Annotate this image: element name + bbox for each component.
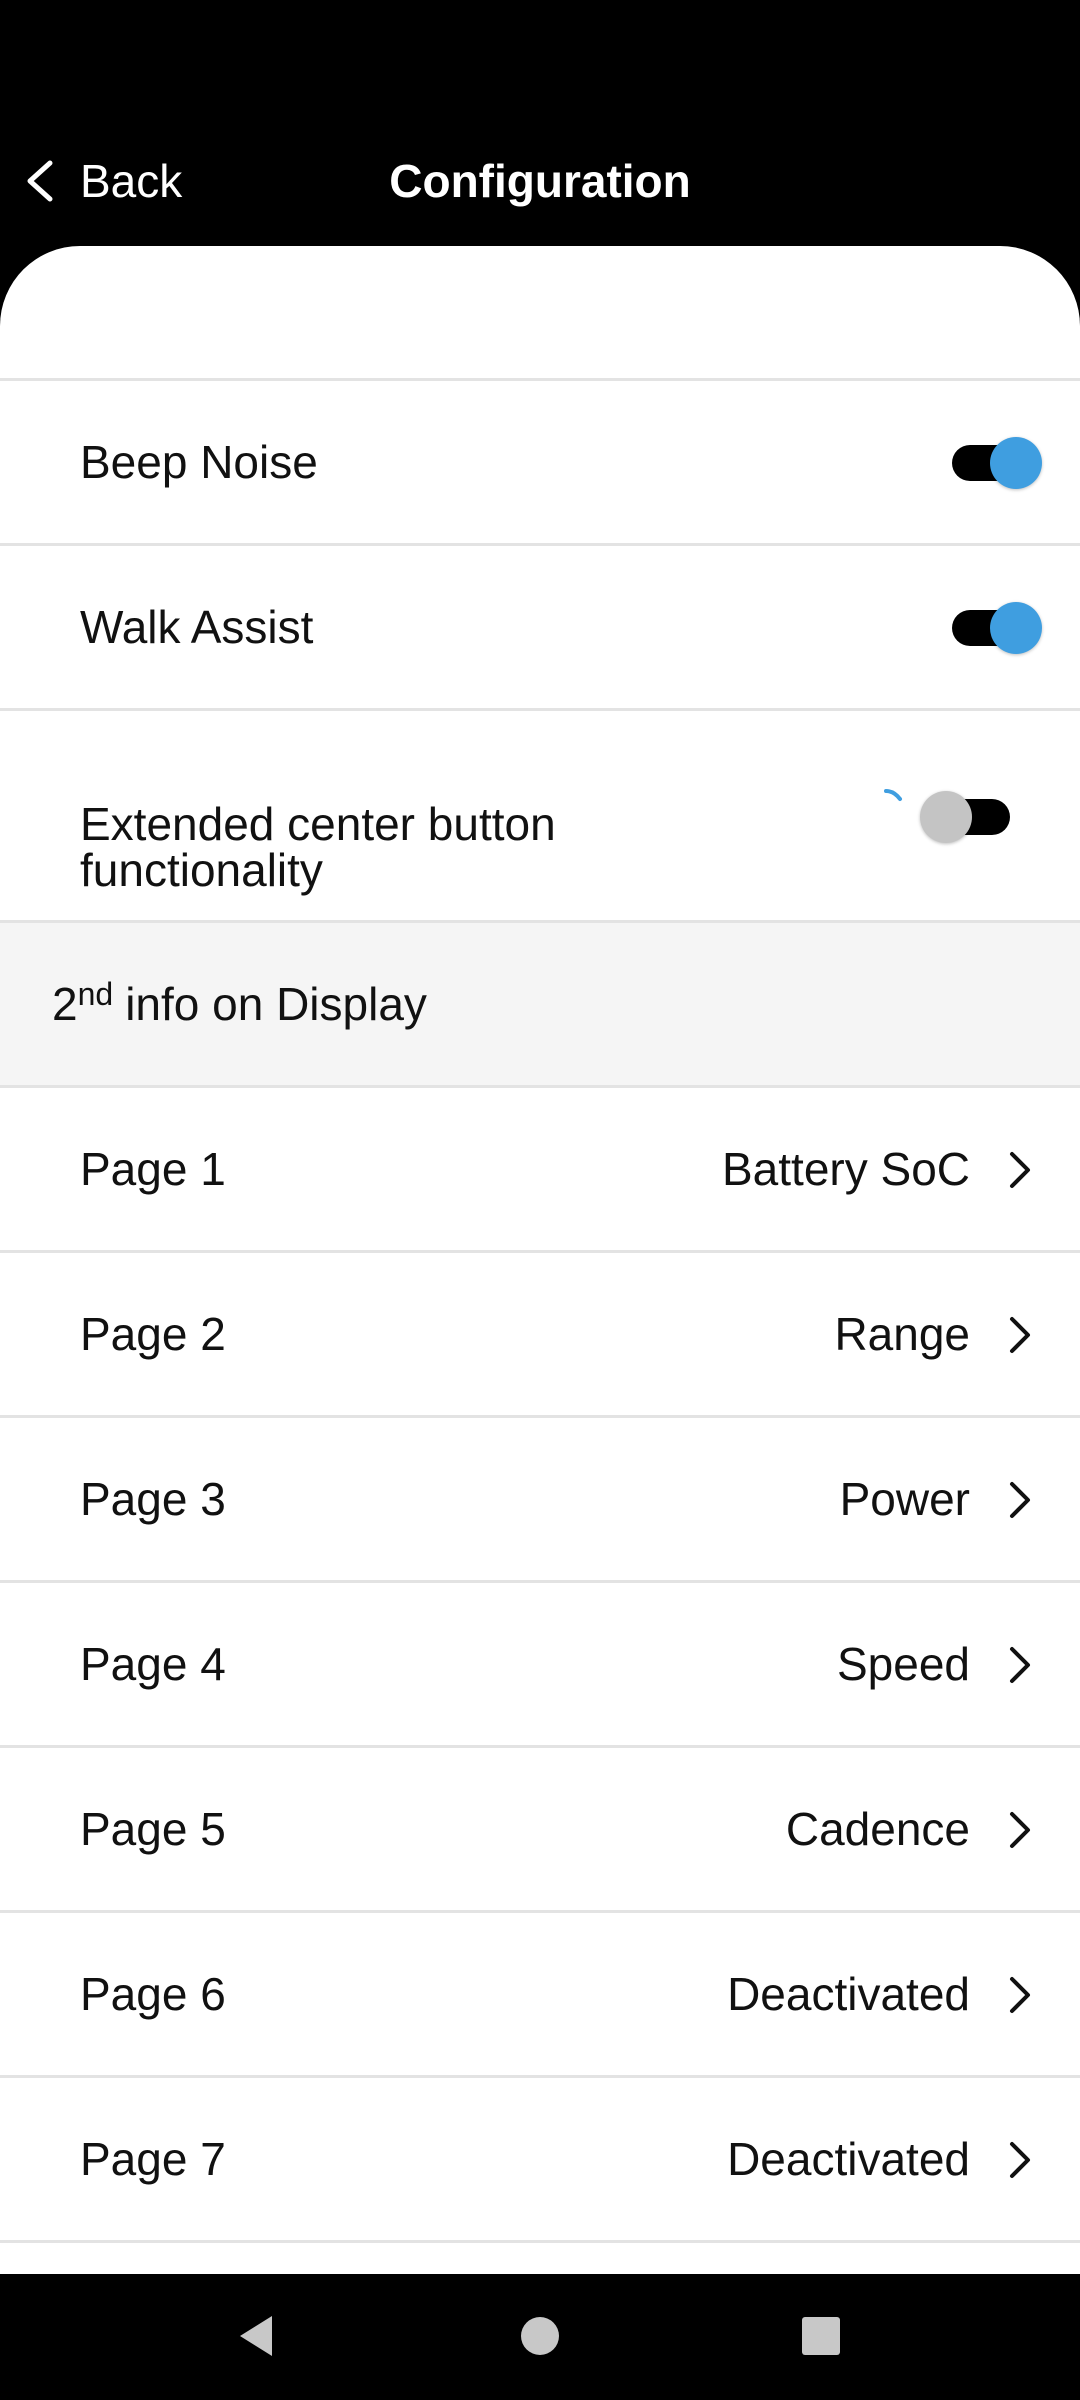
toggle-knob: [990, 437, 1042, 489]
chevron-right-icon: [1010, 1152, 1030, 1188]
page-value: Deactivated: [727, 2133, 970, 2185]
toggle-knob: [920, 791, 972, 843]
chevron-right-icon: [1010, 1482, 1030, 1518]
setting-label: Walk Assist: [80, 601, 314, 653]
page-value: Cadence: [785, 1803, 970, 1855]
setting-label: Extended center button functionality: [80, 797, 556, 896]
page-row-5[interactable]: Page 5 Cadence: [0, 1748, 1080, 1913]
sheet-spacer: [0, 246, 1080, 381]
setting-label: Beep Noise: [80, 436, 318, 488]
chevron-right-icon: [1010, 1977, 1030, 2013]
section-title-base: 2: [52, 978, 78, 1030]
page-title: Configuration: [389, 155, 691, 207]
chevron-right-icon: [1010, 1647, 1030, 1683]
walk-assist-toggle[interactable]: [952, 602, 1042, 654]
page-value: Deactivated: [727, 1968, 970, 2020]
page-label: Page 5: [80, 1803, 226, 1855]
page-label: Page 1: [80, 1143, 226, 1195]
page-row-4[interactable]: Page 4 Speed: [0, 1583, 1080, 1748]
extended-center-button-toggle[interactable]: [920, 791, 1010, 843]
section-title: 2nd info on Display: [52, 976, 427, 1030]
square-recents-icon[interactable]: [800, 2312, 842, 2360]
triangle-back-icon[interactable]: [236, 2312, 276, 2360]
setting-row-beep-noise: Beep Noise: [0, 381, 1080, 546]
page-value: Range: [834, 1308, 970, 1360]
toggle-knob: [990, 602, 1042, 654]
page-value: Power: [839, 1473, 970, 1525]
page-row-2[interactable]: Page 2 Range: [0, 1253, 1080, 1418]
chevron-right-icon: [1010, 1812, 1030, 1848]
page-row-1[interactable]: Page 1 Battery SoC: [0, 1088, 1080, 1253]
page-label: Page 7: [80, 2133, 226, 2185]
section-header-2nd-info: 2nd info on Display: [0, 923, 1080, 1088]
page-label: Page 6: [80, 1968, 226, 2020]
page-row-7[interactable]: Page 7 Deactivated: [0, 2078, 1080, 2243]
chevron-right-icon: [1010, 1317, 1030, 1353]
page-value: Battery SoC: [722, 1143, 970, 1195]
page-row-6[interactable]: Page 6 Deactivated: [0, 1913, 1080, 2078]
section-title-rest: info on Display: [125, 978, 427, 1030]
page-value: Speed: [836, 1638, 970, 1690]
circle-home-icon[interactable]: [520, 2312, 560, 2360]
settings-sheet: Beep Noise Walk Assist Extended center b…: [0, 246, 1080, 2274]
loading-spinner-icon: [884, 789, 902, 801]
app-header: Back Configuration: [0, 0, 1080, 247]
setting-row-extended-center-button: Extended center button functionality: [0, 711, 1080, 923]
chevron-right-icon: [1010, 2142, 1030, 2178]
beep-noise-toggle[interactable]: [952, 437, 1042, 489]
page-row-3[interactable]: Page 3 Power: [0, 1418, 1080, 1583]
page-label: Page 2: [80, 1308, 226, 1360]
setting-row-walk-assist: Walk Assist: [0, 546, 1080, 711]
page-label: Page 4: [80, 1638, 226, 1690]
system-navigation-bar: [0, 2274, 1080, 2400]
page-label: Page 3: [80, 1473, 226, 1525]
